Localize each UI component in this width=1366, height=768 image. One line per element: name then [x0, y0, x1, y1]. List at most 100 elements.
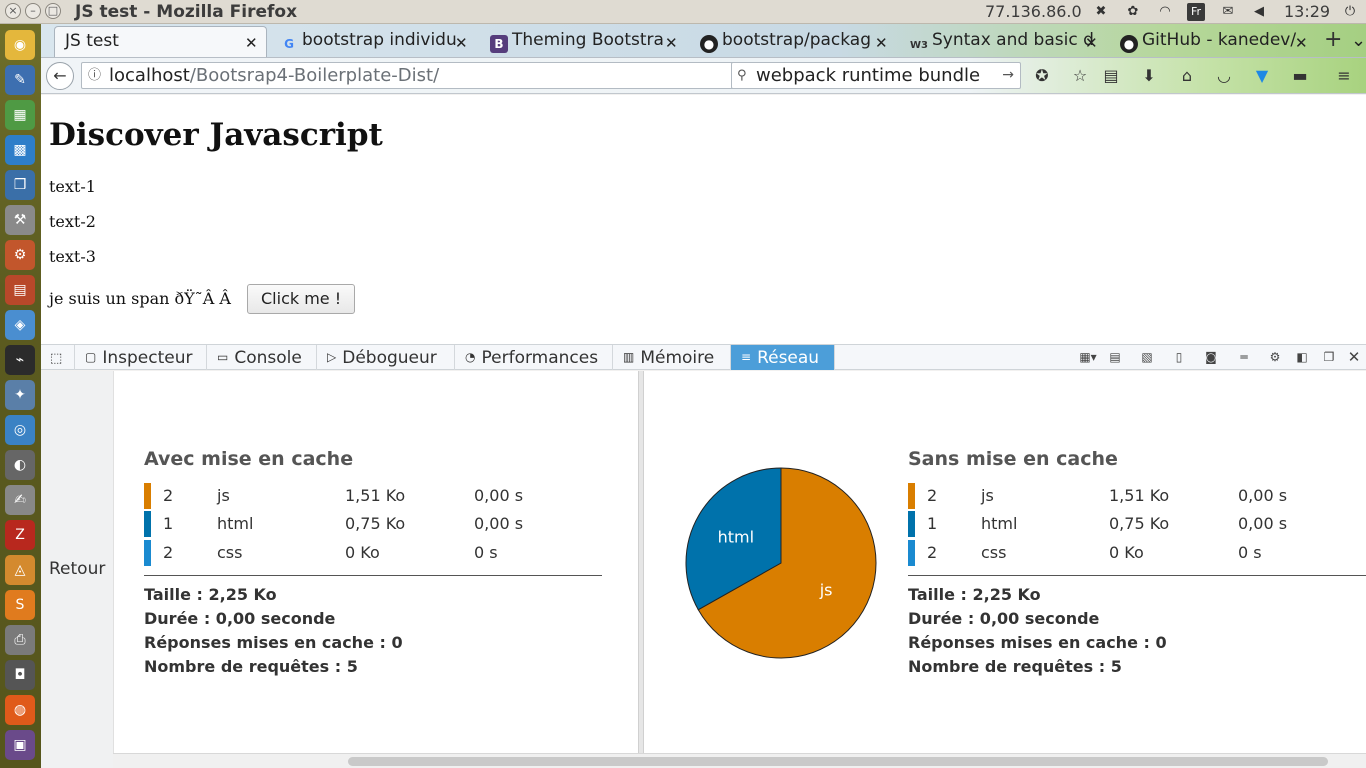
frame-select-icon[interactable]: ▦▾ [1075, 348, 1101, 366]
home-icon[interactable]: ⌂ [1176, 65, 1198, 87]
tab-memoire[interactable]: ▥ Mémoire [613, 345, 731, 370]
retour-button[interactable]: Retour [49, 559, 105, 579]
dock-side-icon[interactable]: ◧ [1293, 348, 1311, 366]
apps-grid-icon[interactable]: ▩ [5, 135, 35, 165]
tab-close-icon[interactable]: ✕ [455, 34, 468, 52]
printer-icon[interactable]: ⎙ [5, 625, 35, 655]
search-bar[interactable]: ⚲ webpack runtime bundle → [731, 62, 1021, 89]
tab-console[interactable]: ▭ Console [207, 345, 317, 370]
settings-flower-icon[interactable]: ✿ [1124, 3, 1142, 21]
maximize-window-icon[interactable]: □ [45, 3, 61, 19]
launcher: ◉ ✎ ▦ ▩ ❒ ⚒ ⚙ ▤ ◈ ⌁ ✦ ◎ ◐ ✍ Z ◬ S ⎙ ◘ ◍ … [0, 24, 41, 768]
close-devtools-icon[interactable]: ✕ [1345, 348, 1363, 366]
clock[interactable]: 13:29 [1284, 2, 1330, 21]
pocket-icon[interactable]: ◡ [1213, 65, 1235, 87]
tab-close-icon[interactable]: ✕ [875, 34, 888, 52]
search-go-icon[interactable]: → [1002, 63, 1014, 88]
screenshot-icon[interactable]: ◙ [1202, 348, 1220, 366]
tab-inspecteur[interactable]: ▢ Inspecteur [75, 345, 207, 370]
keyboard-layout-indicator[interactable]: Fr [1187, 3, 1205, 21]
rulers-icon[interactable]: ═ [1235, 348, 1253, 366]
filezilla-icon[interactable]: Z [5, 520, 35, 550]
tab-theming-bootstrap[interactable]: B Theming Bootstra [480, 26, 675, 57]
workspaces-icon[interactable]: ▣ [5, 730, 35, 760]
pick-element-icon[interactable]: ⬚ [41, 345, 75, 370]
wifi-icon[interactable]: ◠ [1156, 3, 1174, 21]
tools-icon[interactable]: ⚒ [5, 205, 35, 235]
power-icon[interactable]: ⏻ [1341, 3, 1359, 21]
tab-debogueur[interactable]: ▷ Débogueur [317, 345, 455, 370]
tab-reseau[interactable]: ≡ Réseau [731, 345, 835, 370]
scratchpad-icon[interactable]: ▧ [1138, 348, 1156, 366]
system-monitor-icon[interactable]: ⌁ [5, 345, 35, 375]
network-statistics-panel: Retour Avec mise en cache 2 js 1,51 Ko 0… [41, 371, 1366, 768]
tab-bootstrap-package[interactable]: ● bootstrap/packag [690, 26, 885, 57]
window-title: JS test - Mozilla Firefox [75, 2, 298, 22]
tab-close-icon[interactable]: ✕ [245, 34, 258, 52]
disk-icon[interactable]: ◘ [5, 660, 35, 690]
cube-icon[interactable]: ◈ [5, 310, 35, 340]
text-editor-icon[interactable]: ✎ [5, 65, 35, 95]
sublime-icon[interactable]: S [5, 590, 35, 620]
css-swatch [908, 540, 915, 566]
navigation-bar: ← ⓘ localhost/Bootsrap4-Boilerplate-Dist… [41, 58, 1366, 94]
archive-icon[interactable]: ▤ [5, 275, 35, 305]
panel-splitter[interactable] [638, 371, 644, 768]
scrollbar-thumb[interactable] [348, 757, 1328, 766]
search-input[interactable]: webpack runtime bundle [756, 63, 980, 88]
cached-responses: Réponses mises en cache : 0 [908, 633, 1167, 652]
minimize-window-icon[interactable]: – [25, 3, 41, 19]
reading-list-icon[interactable]: ▤ [1100, 65, 1122, 87]
tab-close-icon[interactable]: ✕ [1085, 34, 1098, 52]
page-heading: Discover Javascript [49, 117, 383, 153]
url-bar[interactable]: ⓘ localhost/Bootsrap4-Boilerplate-Dist/ … [81, 62, 763, 89]
settings-gear-icon[interactable]: ⚙ [1266, 348, 1284, 366]
tab-github-kanedev[interactable]: ● GitHub - kanedev/ [1110, 26, 1305, 57]
horizontal-scrollbar[interactable] [113, 753, 1366, 768]
tab-close-icon[interactable]: ✕ [1295, 34, 1308, 52]
firefox-icon[interactable]: ◍ [5, 695, 35, 725]
writer-icon[interactable]: ✍ [5, 485, 35, 515]
draw-icon[interactable]: ◬ [5, 555, 35, 585]
volume-icon[interactable]: ◀ [1250, 3, 1268, 21]
tab-syntax-basic[interactable]: W3 Syntax and basic d [900, 26, 1095, 57]
url-host: localhost [109, 65, 190, 86]
shield-extension-icon[interactable]: ▼ [1251, 65, 1273, 87]
close-window-icon[interactable]: × [5, 3, 21, 19]
tab-js-test[interactable]: JS test [54, 26, 267, 57]
separate-window-icon[interactable]: ❐ [1320, 348, 1338, 366]
gimp-icon[interactable]: ◐ [5, 450, 35, 480]
tab-performances[interactable]: ◔ Performances [455, 345, 613, 370]
virtualbox-icon[interactable]: ❒ [5, 170, 35, 200]
tab-list-chevron-icon[interactable]: ⌄ [1351, 30, 1366, 51]
mail-icon[interactable]: ✉ [1219, 3, 1237, 21]
url-path: /Bootsrap4-Boilerplate-Dist/ [189, 65, 440, 86]
devtools-toolbar: ⬚ ▢ Inspecteur ▭ Console ▷ Débogueur ◔ Perfo… [41, 344, 1366, 370]
split-console-icon[interactable]: ▤ [1106, 348, 1124, 366]
thunderbird-icon[interactable]: ✦ [5, 380, 35, 410]
text-1: text-1 [49, 177, 96, 196]
extension-menu-icon[interactable]: ▬ [1289, 65, 1311, 87]
back-button[interactable]: ← [46, 62, 74, 90]
hamburger-menu-icon[interactable]: ≡ [1333, 65, 1355, 87]
tab-label: Débogueur [342, 348, 437, 368]
chromium-icon[interactable]: ◎ [5, 415, 35, 445]
new-tab-button[interactable]: + [1324, 27, 1342, 52]
dropbox-icon[interactable]: ✖ [1092, 3, 1110, 21]
tab-bootstrap-individual[interactable]: Gbootstrap individu [270, 26, 465, 57]
tab-close-icon[interactable]: ✕ [665, 34, 678, 52]
bookmark-star-icon[interactable]: ☆ [1069, 65, 1091, 87]
spreadsheet-icon[interactable]: ▦ [5, 100, 35, 130]
click-me-button[interactable]: Click me ! [247, 284, 356, 314]
site-info-icon[interactable]: ⓘ [88, 63, 101, 88]
system-settings-icon[interactable]: ⚙ [5, 240, 35, 270]
extension-icon[interactable]: ✪ [1031, 65, 1053, 87]
tab-label: Console [234, 348, 302, 368]
count-cell: 2 [163, 486, 174, 505]
ubuntu-dash-icon[interactable]: ◉ [5, 30, 35, 60]
downloads-icon[interactable]: ⬇ [1138, 65, 1160, 87]
responsive-design-icon[interactable]: ▯ [1170, 348, 1188, 366]
html-swatch [144, 511, 151, 537]
tab-label: Mémoire [640, 348, 715, 368]
time-cell: 0,00 s [474, 514, 524, 533]
